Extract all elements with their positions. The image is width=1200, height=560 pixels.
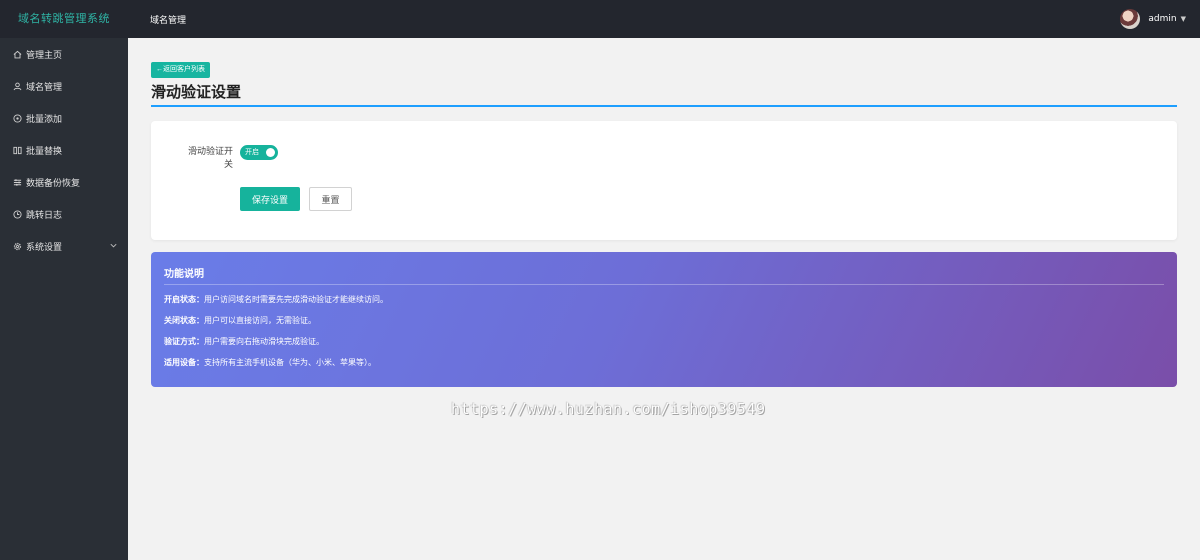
info-text: 用户访问域名时需要先完成滑动验证才能继续访问。 xyxy=(204,295,388,304)
info-text: 支持所有主流手机设备（华为、小米、苹果等）。 xyxy=(204,358,376,367)
info-key: 开启状态： xyxy=(164,295,204,304)
sidebar-item-label: 批量替换 xyxy=(26,146,63,157)
info-key: 关闭状态： xyxy=(164,316,204,325)
sidebar-item-label: 数据备份恢复 xyxy=(26,178,81,189)
info-divider xyxy=(164,284,1164,285)
info-line-disabled: 关闭状态：用户可以直接访问，无需验证。 xyxy=(164,315,316,326)
top-header: 域名转跳管理系统 域名管理 admin ▼ xyxy=(0,0,1200,38)
info-key: 适用设备： xyxy=(164,358,204,367)
home-icon xyxy=(12,49,23,60)
info-key: 验证方式： xyxy=(164,337,204,346)
sidebar-item-label: 系统设置 xyxy=(26,242,63,253)
info-title: 功能说明 xyxy=(164,269,204,280)
slide-verify-toggle[interactable]: 开启 xyxy=(240,145,278,160)
sidebar-item-label: 管理主页 xyxy=(26,50,63,61)
settings-card: 滑动验证开关 开启 保存设置 重置 xyxy=(151,121,1177,240)
toggle-state-text: 开启 xyxy=(245,149,259,156)
top-nav-domain-management[interactable]: 域名管理 xyxy=(150,13,186,26)
reset-button[interactable]: 重置 xyxy=(309,187,352,211)
sidebar-item-home[interactable]: 管理主页 xyxy=(0,38,128,70)
gear-icon xyxy=(12,241,23,252)
sidebar-item-label: 批量添加 xyxy=(26,114,63,125)
watermark: https://www.huzhan.com/ishop39549 xyxy=(451,400,766,418)
save-settings-button[interactable]: 保存设置 xyxy=(240,187,300,211)
sidebar-item-batch-add[interactable]: 批量添加 xyxy=(0,102,128,134)
sidebar: 管理主页 域名管理 批量添加 批量替换 数据备份恢复 跳转日志 系统设置 xyxy=(0,38,128,560)
info-text: 用户需要向右拖动滑块完成验证。 xyxy=(204,337,324,346)
clock-icon xyxy=(12,209,23,220)
add-circle-icon xyxy=(12,113,23,124)
columns-icon xyxy=(12,145,23,156)
switch-label: 滑动验证开关 xyxy=(187,147,233,170)
info-line-method: 验证方式：用户需要向右拖动滑块完成验证。 xyxy=(164,336,324,347)
title-divider xyxy=(151,105,1177,107)
sidebar-item-batch-replace[interactable]: 批量替换 xyxy=(0,134,128,166)
avatar[interactable] xyxy=(1120,9,1141,29)
chevron-down-icon[interactable] xyxy=(109,241,118,250)
info-line-enabled: 开启状态：用户访问域名时需要先完成滑动验证才能继续访问。 xyxy=(164,294,388,305)
back-to-client-list-button[interactable]: ←返回客户列表 xyxy=(151,62,210,78)
user-menu[interactable]: admin ▼ xyxy=(1120,9,1186,29)
feature-description-panel: 功能说明 开启状态：用户访问域名时需要先完成滑动验证才能继续访问。 关闭状态：用… xyxy=(151,252,1177,387)
sidebar-item-backup-restore[interactable]: 数据备份恢复 xyxy=(0,166,128,198)
sidebar-item-label: 域名管理 xyxy=(26,82,63,93)
sliders-icon xyxy=(12,177,23,188)
page-title: 滑动验证设置 xyxy=(151,83,242,101)
app-title[interactable]: 域名转跳管理系统 xyxy=(0,0,128,38)
chevron-down-icon: ▼ xyxy=(1180,15,1186,23)
info-text: 用户可以直接访问，无需验证。 xyxy=(204,316,316,325)
user-name[interactable]: admin xyxy=(1148,14,1176,24)
sidebar-item-system-settings[interactable]: 系统设置 xyxy=(0,230,128,262)
toggle-knob xyxy=(266,148,275,157)
main-content: ←返回客户列表 滑动验证设置 滑动验证开关 开启 保存设置 重置 功能说明 开启… xyxy=(128,38,1200,560)
info-line-devices: 适用设备：支持所有主流手机设备（华为、小米、苹果等）。 xyxy=(164,357,376,368)
user-icon xyxy=(12,81,23,92)
sidebar-item-domains[interactable]: 域名管理 xyxy=(0,70,128,102)
sidebar-item-label: 跳转日志 xyxy=(26,210,63,221)
sidebar-item-redirect-log[interactable]: 跳转日志 xyxy=(0,198,128,230)
